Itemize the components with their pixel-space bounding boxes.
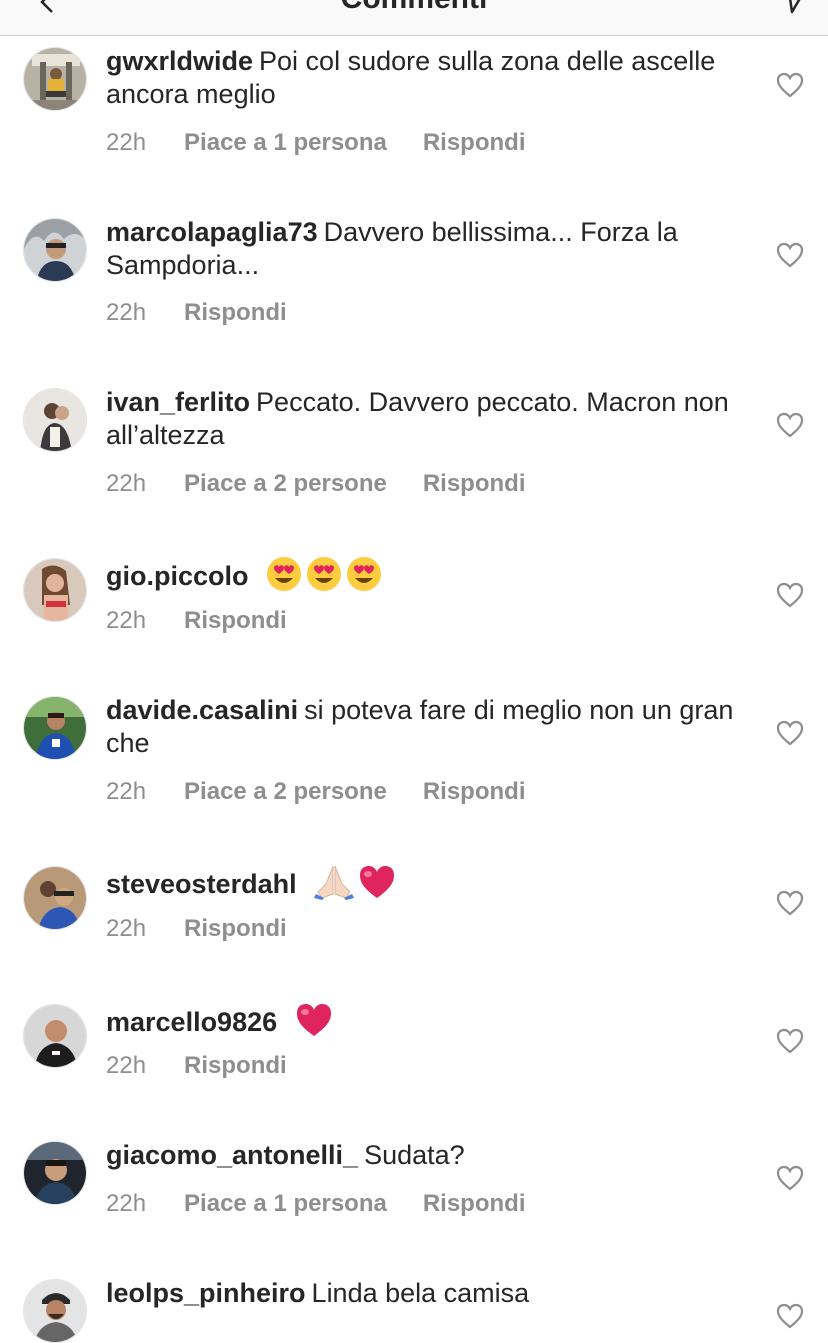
- comment-username[interactable]: steveosterdahl: [106, 869, 297, 899]
- comment-time: 22h: [106, 778, 147, 805]
- red-heart-emoji-icon: [296, 1004, 331, 1036]
- comment-body: Sudata?: [364, 1140, 465, 1170]
- page-title: Commenti: [0, 0, 828, 16]
- comment-text: giacomo_antonelli_ Sudata?: [106, 1139, 746, 1172]
- avatar[interactable]: [23, 47, 87, 111]
- comment-text: leolps_pinheiro Linda bela camisa: [106, 1277, 746, 1310]
- like-heart-icon[interactable]: [776, 720, 804, 746]
- like-heart-icon[interactable]: [776, 412, 804, 438]
- reply-button[interactable]: Rispondi: [184, 607, 287, 635]
- comment-meta: 22h Piace a 2 persone Rispondi: [106, 470, 525, 498]
- comment-text: gio.piccolo: [106, 556, 746, 593]
- comment-username[interactable]: ivan_ferlito: [106, 387, 250, 417]
- comment-likes[interactable]: Piace a 1 persona: [184, 129, 387, 157]
- avatar[interactable]: [23, 1004, 87, 1068]
- reply-button[interactable]: Rispondi: [184, 299, 287, 327]
- header-bar: Commenti: [0, 0, 828, 36]
- comment-meta: 22h Rispondi: [106, 1052, 287, 1080]
- like-heart-icon[interactable]: [776, 1028, 804, 1054]
- comment-text: steveosterdahl: [106, 864, 746, 901]
- comment-time: 22h: [106, 299, 147, 326]
- comment-time: 22h: [106, 915, 147, 942]
- avatar[interactable]: [23, 388, 87, 452]
- red-heart-emoji-icon: [360, 866, 395, 898]
- comment-time: 22h: [106, 470, 147, 497]
- reply-button[interactable]: Rispondi: [423, 129, 526, 157]
- comment-time: 22h: [106, 1052, 147, 1079]
- comment-time: 22h: [106, 129, 147, 156]
- reply-button[interactable]: Rispondi: [184, 1052, 287, 1080]
- comment-username[interactable]: giacomo_antonelli_: [106, 1140, 358, 1170]
- avatar[interactable]: [23, 866, 87, 930]
- comment-time: 22h: [106, 607, 147, 634]
- comment-meta: 22h Rispondi: [106, 607, 287, 635]
- comment-username[interactable]: leolps_pinheiro: [106, 1278, 306, 1308]
- comment-meta: 22h Piace a 1 persona Rispondi: [106, 1190, 525, 1218]
- send-icon[interactable]: [778, 0, 808, 14]
- like-heart-icon[interactable]: [776, 582, 804, 608]
- like-heart-icon[interactable]: [776, 242, 804, 268]
- comment-text: marcolapaglia73 Davvero bellissima... For…: [106, 216, 746, 282]
- comment-meta: 22h Rispondi: [106, 915, 287, 943]
- folded-hands-emoji-icon: [314, 865, 355, 900]
- reply-button[interactable]: Rispondi: [423, 1190, 526, 1218]
- avatar[interactable]: [23, 696, 87, 760]
- comment-body: Linda bela camisa: [311, 1278, 530, 1308]
- like-heart-icon[interactable]: [776, 72, 804, 98]
- comment-meta: 22h Piace a 1 persona Rispondi: [106, 129, 525, 157]
- like-heart-icon[interactable]: [776, 1165, 804, 1191]
- comment-text: gwxrldwide Poi col sudore sulla zona dell…: [106, 45, 746, 111]
- comment-likes[interactable]: Piace a 2 persone: [184, 778, 387, 806]
- reply-button[interactable]: Rispondi: [423, 470, 526, 498]
- comment-text: ivan_ferlito Peccato. Davvero peccato. Ma…: [106, 386, 746, 452]
- comment-likes[interactable]: Piace a 2 persone: [184, 470, 387, 498]
- avatar[interactable]: [23, 558, 87, 622]
- heart-eyes-emoji-icon: [347, 557, 382, 591]
- comment-text: davide.casalini si poteva fare di meglio …: [106, 694, 746, 760]
- avatar[interactable]: [23, 1279, 87, 1343]
- heart-eyes-emoji-icon: [307, 557, 342, 591]
- comment-username[interactable]: marcello9826: [106, 1007, 277, 1037]
- like-heart-icon[interactable]: [776, 890, 804, 916]
- comment-meta: 22h Rispondi: [106, 299, 287, 327]
- avatar[interactable]: [23, 1141, 87, 1205]
- comment-meta: 22h Piace a 2 persone Rispondi: [106, 778, 525, 806]
- like-heart-icon[interactable]: [776, 1303, 804, 1329]
- comment-text: marcello9826: [106, 1002, 746, 1039]
- reply-button[interactable]: Rispondi: [184, 915, 287, 943]
- comment-username[interactable]: gio.piccolo: [106, 561, 249, 591]
- comment-likes[interactable]: Piace a 1 persona: [184, 1190, 387, 1218]
- comment-username[interactable]: marcolapaglia73: [106, 217, 318, 247]
- comment-username[interactable]: gwxrldwide: [106, 46, 253, 76]
- reply-button[interactable]: Rispondi: [423, 778, 526, 806]
- avatar[interactable]: [23, 218, 87, 282]
- heart-eyes-emoji-icon: [267, 557, 302, 591]
- comment-time: 22h: [106, 1190, 147, 1217]
- comment-username[interactable]: davide.casalini: [106, 695, 298, 725]
